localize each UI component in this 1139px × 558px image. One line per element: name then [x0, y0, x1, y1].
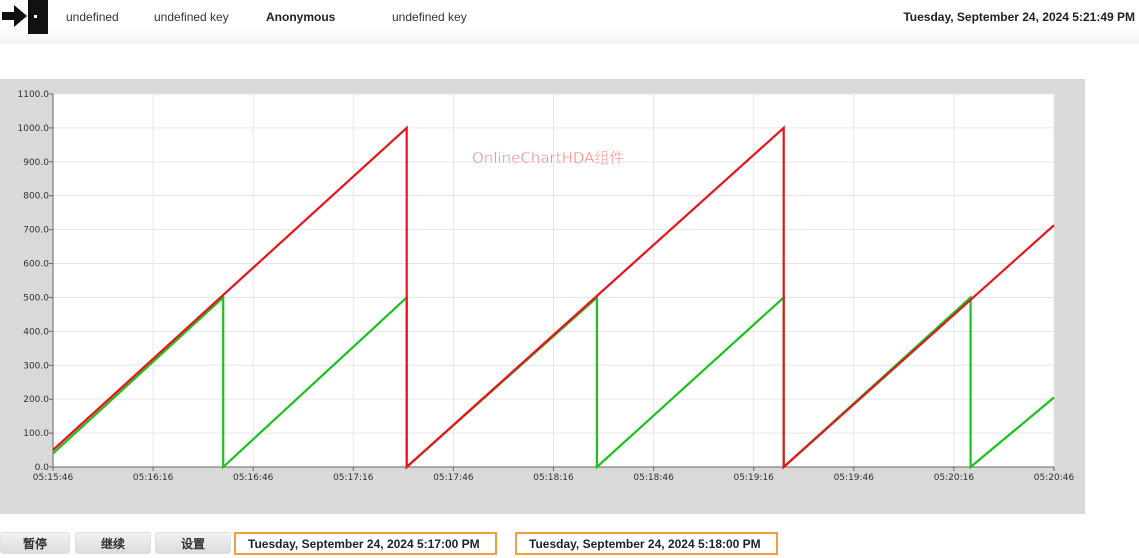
logout-icon[interactable]: [0, 0, 48, 34]
x-tick-label: 05:17:16: [333, 473, 374, 483]
x-tick-label: 05:17:46: [433, 473, 474, 483]
x-tick-label: 05:19:16: [733, 473, 774, 483]
y-tick-label: 600.0: [23, 260, 49, 270]
y-tick-label: 800.0: [23, 192, 49, 202]
control-bar: 暂停 继续 设置 Tuesday, September 24, 2024 5:1…: [0, 530, 1139, 558]
header-item-2: undefined key: [154, 10, 229, 24]
top-header: undefined undefined key Anonymous undefi…: [0, 0, 1139, 44]
current-datetime: Tuesday, September 24, 2024 5:21:49 PM: [903, 10, 1135, 24]
x-tick-label: 05:20:46: [1034, 473, 1075, 483]
chart-panel: 0.0 100.0 200.0 300.0 400.0 500.0 600.0 700.0 80…: [0, 79, 1085, 514]
username: Anonymous: [266, 10, 336, 24]
y-tick-label: 1000.0: [18, 124, 50, 134]
x-tick-label: 05:19:46: [834, 473, 875, 483]
x-tick-label: 05:18:46: [633, 473, 674, 483]
x-tick-label: 05:16:46: [233, 473, 274, 483]
start-time-field[interactable]: Tuesday, September 24, 2024 5:17:00 PM: [234, 532, 497, 555]
chart-watermark: OnlineChartHDA组件: [472, 149, 624, 167]
y-tick-label: 100.0: [23, 429, 49, 439]
y-tick-label: 0.0: [35, 463, 50, 473]
y-tick-label: 1100.0: [18, 90, 50, 100]
end-time-field[interactable]: Tuesday, September 24, 2024 5:18:00 PM: [515, 532, 778, 555]
x-tick-label: 05:16:16: [133, 473, 174, 483]
header-item-1: undefined: [66, 10, 119, 24]
y-tick-label: 500.0: [23, 293, 49, 303]
y-tick-label: 700.0: [23, 226, 49, 236]
settings-button[interactable]: 设置: [155, 532, 231, 554]
x-tick-label: 05:18:16: [533, 473, 574, 483]
y-tick-label: 200.0: [23, 395, 49, 405]
x-tick-label: 05:15:46: [33, 473, 74, 483]
trend-chart: 0.0 100.0 200.0 300.0 400.0 500.0 600.0 700.0 80…: [18, 90, 1075, 483]
y-tick-label: 900.0: [23, 158, 49, 168]
x-tick-label: 05:20:16: [934, 473, 975, 483]
header-item-4: undefined key: [392, 10, 467, 24]
continue-button[interactable]: 继续: [75, 532, 151, 554]
y-tick-label: 300.0: [23, 361, 49, 371]
y-tick-label: 400.0: [23, 327, 49, 337]
pause-button[interactable]: 暂停: [0, 532, 70, 554]
